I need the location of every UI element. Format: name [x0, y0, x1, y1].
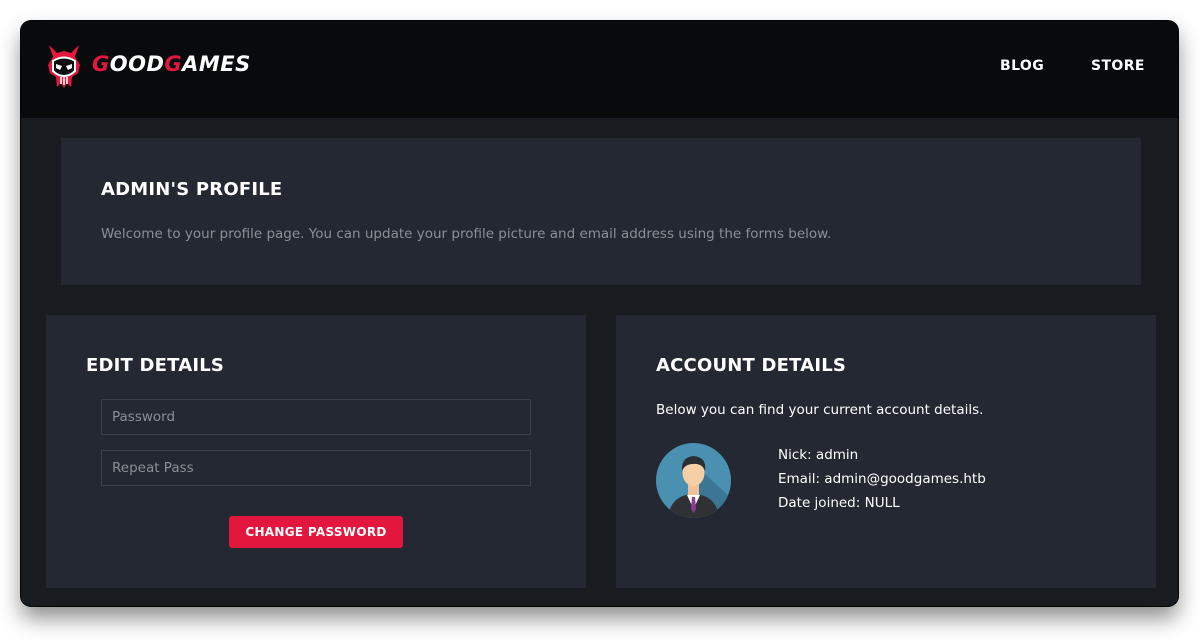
app-window: GOODGAMES BLOG STORE ADMIN'S PROFILE Wel… [21, 21, 1178, 606]
logo-letter-g-second: G [164, 52, 183, 76]
profile-header-panel: ADMIN'S PROFILE Welcome to your profile … [61, 138, 1141, 285]
logo-segment: OOD [109, 52, 165, 76]
site-logo[interactable]: GOODGAMES [44, 43, 250, 91]
logo-text: GOODGAMES [92, 52, 251, 76]
change-password-button[interactable]: CHANGE PASSWORD [229, 516, 403, 548]
account-details-panel: ACCOUNT DETAILS Below you can find your … [616, 315, 1156, 588]
logo-segment-end: AMES [182, 52, 251, 76]
logo-letter-g: G [92, 52, 110, 76]
page-title: ADMIN'S PROFILE [101, 179, 283, 200]
profile-description: Welcome to your profile page. You can up… [101, 226, 832, 242]
edit-details-title: EDIT DETAILS [86, 355, 225, 376]
account-description: Below you can find your current account … [656, 402, 984, 418]
user-avatar-icon [656, 443, 731, 518]
navbar: GOODGAMES BLOG STORE [21, 21, 1178, 118]
password-input[interactable] [101, 399, 531, 435]
account-info: Nick: admin Email: admin@goodgames.htb D… [778, 445, 986, 517]
date-joined-value: Date joined: NULL [778, 495, 900, 511]
email-value: Email: admin@goodgames.htb [778, 471, 986, 487]
nav-store-link[interactable]: STORE [1091, 58, 1145, 74]
nick-value: Nick: admin [778, 447, 859, 463]
account-details-title: ACCOUNT DETAILS [656, 355, 847, 376]
edit-details-panel: EDIT DETAILS CHANGE PASSWORD [46, 315, 586, 588]
nav-blog-link[interactable]: BLOG [1000, 58, 1044, 74]
demon-skull-logo-icon [48, 45, 80, 88]
repeat-password-input[interactable] [101, 450, 531, 486]
